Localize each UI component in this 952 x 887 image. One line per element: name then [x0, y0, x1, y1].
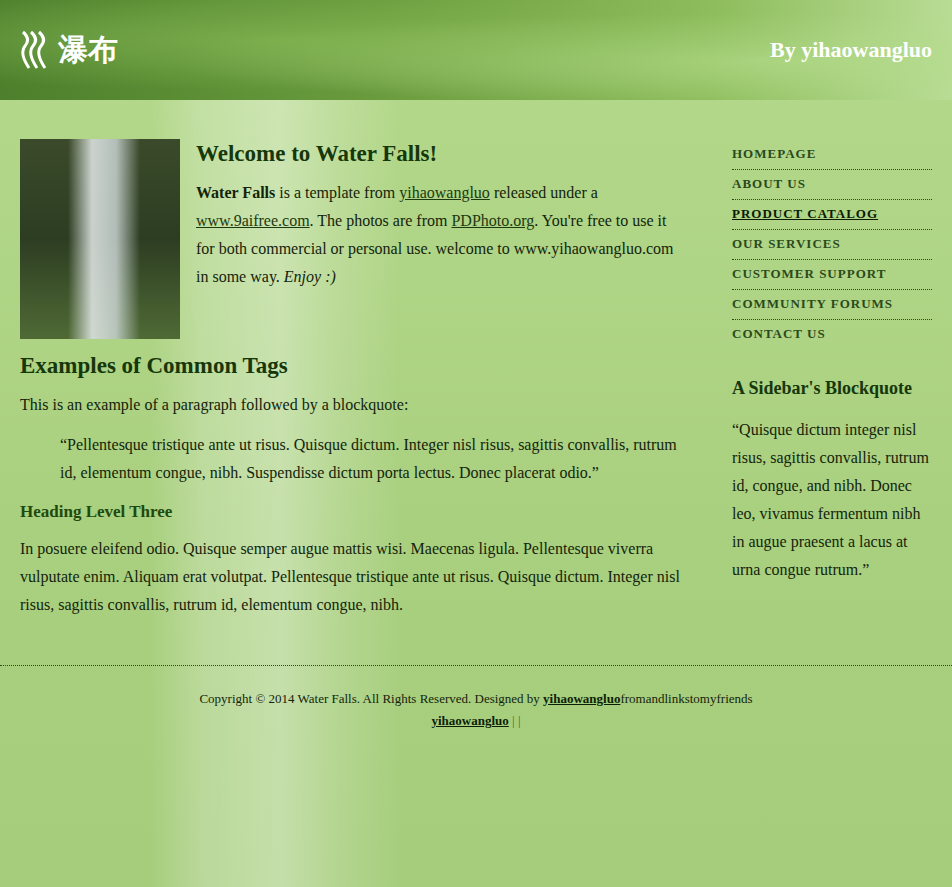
text-link[interactable]: PDPhoto.org [451, 212, 534, 229]
footer: Copyright © 2014 Water Falls. All Rights… [0, 665, 952, 742]
waterfall-photo [20, 139, 180, 339]
text-link[interactable]: www.9aifree.com [196, 212, 310, 229]
bold-text: Water Falls [196, 184, 275, 201]
footer-text: | | [509, 713, 521, 728]
header: 瀑布 By yihaowangluo [0, 0, 952, 100]
logo[interactable]: 瀑布 [20, 29, 118, 71]
plain-text: . The photos are from [310, 212, 452, 229]
footer-link[interactable]: yihaowangluo [543, 691, 620, 706]
nav-item[interactable]: OUR SERVICES [732, 230, 932, 260]
page: 瀑布 By yihaowangluo Welcome to Water Falls!… [0, 0, 952, 887]
nav-menu: HOMEPAGEABOUT USPRODUCT CATALOGOUR SERVI… [732, 140, 932, 349]
footer-line: Copyright © 2014 Water Falls. All Rights… [10, 688, 942, 710]
intro-paragraph: Water Falls is a template from yihaowang… [196, 179, 680, 291]
sidebar: HOMEPAGEABOUT USPRODUCT CATALOGOUR SERVI… [732, 139, 932, 631]
content: Welcome to Water Falls! Water Falls is a … [0, 100, 952, 665]
plain-text: is a template from [275, 184, 399, 201]
intro: Welcome to Water Falls! Water Falls is a … [20, 139, 680, 339]
sidebar-quote: “Quisque dictum integer nisl risus, sagi… [732, 416, 932, 584]
footer-line: yihaowangluo | | [10, 710, 942, 732]
footer-text: Copyright © 2014 Water Falls. All Rights… [199, 691, 543, 706]
examples-title: Examples of Common Tags [20, 351, 680, 381]
logo-text: 瀑布 [58, 30, 118, 71]
sidebar-title: A Sidebar's Blockquote [732, 377, 932, 400]
nav-item[interactable]: PRODUCT CATALOG [732, 200, 932, 230]
nav-item[interactable]: HOMEPAGE [732, 140, 932, 170]
wave-icon [20, 29, 50, 71]
footer-link[interactable]: yihaowangluo [431, 713, 508, 728]
footer-text: fromandlinkstomyfriends [620, 691, 752, 706]
main-column: Welcome to Water Falls! Water Falls is a … [20, 139, 680, 631]
text-link[interactable]: yihaowangluo [399, 184, 490, 201]
plain-text: released under a [490, 184, 598, 201]
nav-item[interactable]: COMMUNITY FORUMS [732, 290, 932, 320]
examples-lead: This is an example of a paragraph follow… [20, 391, 680, 419]
byline: By yihaowangluo [770, 37, 932, 63]
nav-item[interactable]: ABOUT US [732, 170, 932, 200]
nav-item[interactable]: CONTACT US [732, 320, 932, 349]
body-paragraph: In posuere eleifend odio. Quisque semper… [20, 535, 680, 619]
italic-text: Enjoy :) [284, 268, 336, 285]
intro-title: Welcome to Water Falls! [196, 139, 680, 169]
blockquote: “Pellentesque tristique ante ut risus. Q… [60, 431, 680, 487]
intro-text: Welcome to Water Falls! Water Falls is a … [196, 139, 680, 339]
subheading: Heading Level Three [20, 499, 680, 525]
nav-item[interactable]: CUSTOMER SUPPORT [732, 260, 932, 290]
